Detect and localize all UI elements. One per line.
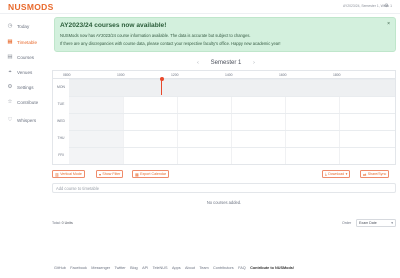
row-shade bbox=[69, 97, 123, 113]
chevron-right-icon[interactable]: › bbox=[249, 60, 259, 66]
book-icon: ▤ bbox=[7, 54, 13, 60]
footer-link[interactable]: Messenger bbox=[91, 266, 110, 270]
sidebar-item-label: Settings bbox=[17, 84, 34, 90]
sidebar-item-label: Courses bbox=[17, 54, 35, 60]
sidebar-item-courses[interactable]: ▤ Courses bbox=[6, 52, 48, 62]
order-label: Order bbox=[342, 221, 352, 225]
footer-link[interactable]: FAQ bbox=[238, 266, 246, 270]
footer-link[interactable]: TeleNUS bbox=[153, 266, 168, 270]
close-icon[interactable]: × bbox=[387, 21, 390, 27]
button-label: Share/Sync bbox=[367, 172, 387, 176]
sidebar-item-timetable[interactable]: ▦ Timetable bbox=[6, 37, 48, 47]
logo[interactable]: NUSMODS bbox=[8, 2, 54, 12]
filter-icon: ▾ bbox=[99, 172, 101, 177]
button-label: Download bbox=[328, 172, 345, 176]
hour-label: 1200 bbox=[171, 72, 179, 77]
semester-label: Semester 1 bbox=[210, 60, 242, 66]
chevron-left-icon[interactable]: ‹ bbox=[193, 60, 203, 66]
row-shade bbox=[69, 80, 395, 96]
sidebar-item-contribute[interactable]: ☆ Contribute bbox=[6, 97, 48, 107]
row-shade bbox=[69, 148, 123, 164]
current-time-line bbox=[161, 78, 162, 95]
share-sync-button[interactable]: ⇄ Share/Sync bbox=[360, 170, 390, 178]
sidebar-item-venues[interactable]: ⌖ Venues bbox=[6, 67, 48, 77]
columns-icon: ▥ bbox=[55, 172, 59, 177]
banner-title: AY2023/24 courses now available! bbox=[60, 22, 167, 29]
footer-link[interactable]: Facebook bbox=[70, 266, 87, 270]
footer-link[interactable]: About bbox=[185, 266, 195, 270]
gear-icon: ⚙ bbox=[7, 84, 13, 90]
day-row-tue[interactable] bbox=[69, 96, 395, 113]
add-course-input[interactable]: Add course to timetable bbox=[52, 183, 396, 193]
gear-icon[interactable]: ⚙ bbox=[384, 3, 388, 9]
share-icon: ⇄ bbox=[363, 172, 367, 177]
download-button[interactable]: ⤓ Download ▾ bbox=[322, 170, 351, 178]
footer-link[interactable]: Apps bbox=[172, 266, 181, 270]
day-label: MON bbox=[57, 85, 65, 89]
day-row-fri[interactable] bbox=[69, 147, 395, 164]
star-icon: ☆ bbox=[7, 99, 13, 105]
chevron-down-icon: ▾ bbox=[391, 221, 393, 225]
row-shade bbox=[69, 131, 123, 147]
total-units: Total: 0 Units bbox=[52, 221, 73, 225]
hour-label: 0800 bbox=[63, 72, 71, 77]
empty-state-message: No courses added. bbox=[206, 200, 242, 205]
export-calendar-button[interactable]: ▦ Export Calendar bbox=[132, 170, 170, 178]
sidebar-item-label: Timetable bbox=[17, 39, 37, 45]
day-label: THU bbox=[57, 136, 65, 140]
button-label: Vertical Mode bbox=[60, 172, 82, 176]
sidebar-item-today[interactable]: ◷ Today bbox=[6, 21, 48, 31]
footer-link[interactable]: Blog bbox=[130, 266, 138, 270]
sidebar-item-whispers[interactable]: ♡ Whispers bbox=[6, 115, 48, 125]
footer-links: GitHub Facebook Messenger Twitter Blog A… bbox=[54, 266, 299, 270]
contribute-link[interactable]: Contribute to NUSMods! bbox=[250, 266, 294, 270]
total-units-value: 0 Units bbox=[61, 221, 73, 225]
button-label: Export Calendar bbox=[140, 172, 167, 176]
sidebar-item-label: Today bbox=[17, 23, 30, 29]
row-shade bbox=[69, 114, 123, 130]
timetable-header: 0800 1000 1200 1400 1600 1800 bbox=[53, 71, 395, 79]
calendar-icon: ▦ bbox=[7, 39, 13, 45]
timetable-grid: 0800 1000 1200 1400 1600 1800 MON TUE WE… bbox=[52, 70, 396, 165]
hour-label: 1600 bbox=[279, 72, 287, 77]
button-label: Show Filter bbox=[102, 172, 121, 176]
announcement-banner: AY2023/24 courses now available! NUSMods… bbox=[54, 17, 396, 52]
download-icon: ⤓ bbox=[325, 172, 327, 176]
footer-link[interactable]: GitHub bbox=[54, 266, 66, 270]
vertical-mode-button[interactable]: ▥ Vertical Mode bbox=[52, 170, 85, 178]
day-row-wed[interactable] bbox=[69, 113, 395, 130]
order-select[interactable]: Exam Date ▾ bbox=[356, 219, 396, 227]
total-label: Total: bbox=[52, 221, 61, 225]
clock-icon: ◷ bbox=[7, 23, 13, 29]
banner-text: If there are any discrepancies with cour… bbox=[60, 41, 281, 46]
day-row-thu[interactable] bbox=[69, 130, 395, 147]
chevron-down-icon: ▾ bbox=[345, 172, 348, 176]
exams-area bbox=[52, 210, 396, 216]
sidebar-item-label: Venues bbox=[17, 69, 33, 75]
footer-link[interactable]: Contributors bbox=[213, 266, 234, 270]
sidebar-item-settings[interactable]: ⚙ Settings bbox=[6, 82, 48, 92]
show-filter-button[interactable]: ▾ Show Filter bbox=[96, 170, 124, 178]
footer-link[interactable]: API bbox=[142, 266, 148, 270]
footer-link[interactable]: Twitter bbox=[114, 266, 125, 270]
map-icon: ⌖ bbox=[8, 68, 12, 75]
calendar-icon: ▦ bbox=[135, 172, 139, 177]
hour-label: 1400 bbox=[225, 72, 233, 77]
hour-label: 1000 bbox=[117, 72, 125, 77]
banner-text: NUSMods now has AY2023/24 course informa… bbox=[60, 33, 251, 38]
hour-label: 1800 bbox=[333, 72, 341, 77]
day-label: TUE bbox=[57, 102, 65, 106]
semester-switcher: ‹ Semester 1 › bbox=[193, 60, 259, 66]
heart-icon: ♡ bbox=[7, 117, 13, 123]
day-label: FRI bbox=[58, 153, 64, 157]
day-label: WED bbox=[57, 119, 65, 123]
footer-link[interactable]: Team bbox=[199, 266, 208, 270]
sidebar-item-label: Whispers bbox=[17, 117, 37, 123]
order-select-value: Exam Date bbox=[359, 221, 377, 225]
sidebar-item-label: Contribute bbox=[17, 99, 39, 105]
day-row-mon[interactable] bbox=[69, 79, 395, 96]
top-bar: NUSMODS AY2023/24, Semester 1, Week 1 ⚙ bbox=[0, 0, 400, 14]
